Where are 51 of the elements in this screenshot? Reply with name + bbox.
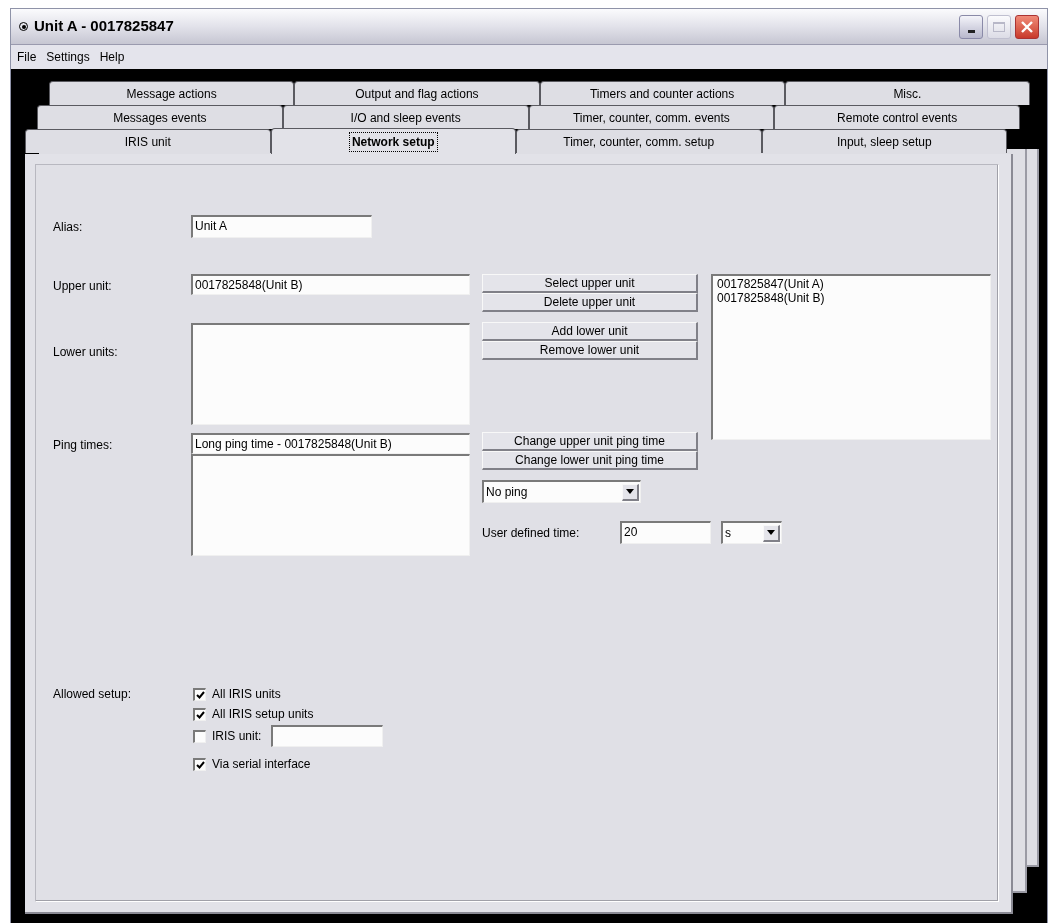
menu-item[interactable]: Help [95, 48, 129, 66]
window-title: Unit A - 0017825847 [34, 16, 175, 37]
tab[interactable]: Network setup [270, 128, 516, 154]
tab[interactable]: Timers and counter actions [539, 81, 785, 105]
checkbox-label[interactable]: All IRIS setup units [212, 705, 314, 723]
tab[interactable]: Messages events [37, 105, 283, 129]
tab[interactable]: I/O and sleep events [282, 105, 529, 129]
field-label: Lower units: [53, 344, 119, 361]
text-field[interactable]: 0017825848(Unit B) [191, 274, 470, 295]
list-item[interactable]: 0017825848(Unit B) [715, 291, 988, 305]
list-box[interactable] [191, 323, 470, 425]
checkbox-label[interactable]: IRIS unit: [212, 727, 262, 745]
tab[interactable]: Output and flag actions [294, 81, 540, 105]
checkbox-label[interactable]: Via serial interface [212, 755, 311, 773]
tab[interactable]: IRIS unit [25, 129, 271, 153]
checkbox[interactable] [193, 757, 206, 771]
list-item[interactable]: 0017825847(Unit A) [715, 277, 988, 291]
tab[interactable]: Input, sleep setup [761, 129, 1007, 153]
dropdown[interactable]: s [721, 521, 782, 544]
text-field[interactable] [271, 725, 384, 747]
menu-item[interactable]: Settings [42, 48, 94, 66]
menu-item[interactable]: File [13, 48, 41, 66]
list-box[interactable]: 0017825847(Unit A) 0017825848(Unit B) [711, 274, 991, 440]
button[interactable]: Add lower unit [482, 322, 698, 341]
tab[interactable]: Timer, counter, comm. setup [516, 129, 762, 153]
field-label: User defined time: [482, 524, 581, 542]
field-label: Ping times: [53, 437, 114, 454]
field-label: Allowed setup: [53, 686, 133, 703]
checkbox[interactable] [193, 707, 206, 721]
minimize-button[interactable] [959, 14, 983, 39]
text-field[interactable]: 20 [620, 521, 711, 544]
text-field[interactable]: Unit A [191, 215, 372, 238]
button[interactable]: Remove lower unit [482, 341, 698, 360]
close-button[interactable] [1015, 14, 1039, 39]
tab[interactable]: Message actions [49, 81, 295, 105]
button[interactable]: Change lower unit ping time [482, 451, 698, 470]
button[interactable]: Delete upper unit [482, 293, 698, 312]
dropdown[interactable]: No ping [482, 480, 641, 503]
tab[interactable]: Misc. [784, 81, 1030, 105]
button[interactable]: Change upper unit ping time [482, 432, 698, 451]
field-label: Alias: [53, 219, 84, 236]
button[interactable]: Select upper unit [482, 274, 698, 293]
checkbox[interactable] [193, 729, 206, 743]
tab[interactable]: Remote control events [774, 105, 1020, 129]
list-box[interactable] [191, 454, 470, 556]
checkbox-label[interactable]: All IRIS units [212, 685, 281, 703]
checkbox[interactable] [193, 687, 206, 701]
tab[interactable]: Timer, counter, comm. events [528, 105, 775, 129]
close-icon [1020, 19, 1034, 34]
field-label: Upper unit: [53, 278, 113, 295]
text-field[interactable]: Long ping time - 0017825848(Unit B) [191, 433, 470, 454]
